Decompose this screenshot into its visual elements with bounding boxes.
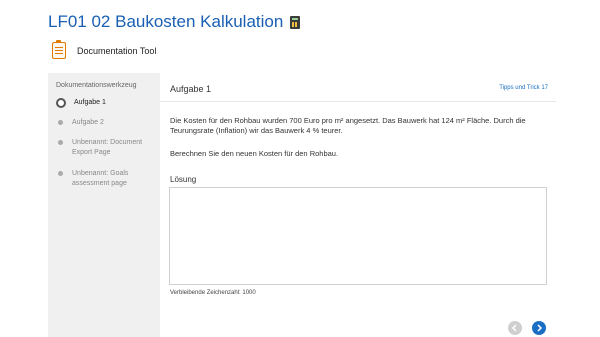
tips-link[interactable]: Tipps und Trick 17 (499, 85, 548, 91)
previous-button[interactable] (508, 321, 522, 335)
sidebar-step-label: Aufgabe 1 (74, 99, 106, 106)
task-heading: Aufgabe 1 (170, 84, 212, 94)
step-current-icon (56, 98, 66, 108)
clipboard-icon (52, 40, 66, 59)
calculator-icon (290, 15, 301, 29)
answer-label: Lösung (170, 175, 197, 184)
sidebar-step-label: Aufgabe 2 (72, 119, 104, 126)
step-dot-icon (58, 120, 63, 125)
task-question: Berechnen Sie den neuen Kosten für den R… (170, 149, 339, 158)
remaining-chars: Verbleibende Zeichenzahl: 1000 (170, 290, 256, 296)
sidebar-step-goals-assessment[interactable]: Unbenannt: Goals assessment page (56, 169, 151, 189)
task-text: Die Kosten für den Rohbau wurden 700 Eur… (170, 116, 526, 135)
sidebar-step-aufgabe-1[interactable]: Aufgabe 1 (56, 98, 106, 108)
sidebar-step-label: Unbenannt: Goals assessment page (72, 170, 129, 187)
sidebar-step-label: Unbenannt: Document Export Page (72, 139, 143, 156)
step-dot-icon (58, 171, 63, 176)
step-dot-icon (58, 140, 63, 145)
divider (160, 101, 556, 102)
sidebar: Dokumentationswerkzeug Aufgabe 1 Aufgabe… (48, 73, 160, 337)
tool-label: Documentation Tool (77, 45, 157, 56)
sidebar-heading: Dokumentationswerkzeug (56, 82, 137, 89)
sidebar-step-aufgabe-2[interactable]: Aufgabe 2 (56, 118, 104, 128)
next-button[interactable] (532, 321, 546, 335)
tool-header: Documentation Tool (52, 40, 157, 59)
answer-textarea[interactable] (169, 187, 547, 285)
chevron-right-icon (537, 324, 543, 332)
chevron-left-icon (511, 324, 517, 332)
task-panel: Aufgabe 1 Tipps und Trick 17 Die Kosten … (160, 73, 556, 337)
page-title-text: LF01 02 Baukosten Kalkulation (48, 12, 284, 31)
sidebar-step-document-export[interactable]: Unbenannt: Document Export Page (56, 138, 151, 158)
page-title: LF01 02 Baukosten Kalkulation (48, 12, 301, 32)
